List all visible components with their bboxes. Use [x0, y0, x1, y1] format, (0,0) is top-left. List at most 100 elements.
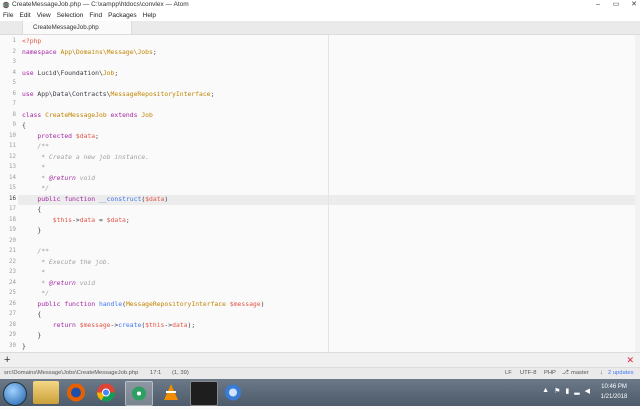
- line-number: 1: [12, 38, 17, 44]
- menu-help[interactable]: Help: [143, 10, 156, 21]
- code-line: /**: [22, 247, 49, 255]
- code-line: */: [22, 289, 49, 297]
- code-line: namespace App\Domains\Message\Jobs;: [22, 47, 157, 56]
- code-line: *: [22, 163, 46, 171]
- code-line: public function handle(MessageRepository…: [37, 299, 265, 308]
- menu-edit[interactable]: Edit: [19, 10, 30, 21]
- window-title: CreateMessageJob.php — C:\xampp\htdocs\c…: [12, 1, 189, 8]
- line-number: 27: [9, 311, 16, 317]
- maximize-button[interactable]: ▭: [612, 0, 620, 10]
- cursor-position[interactable]: 17:1: [150, 368, 161, 379]
- code-line: }: [22, 226, 42, 234]
- menu-file[interactable]: File: [3, 10, 13, 21]
- menu-view[interactable]: View: [37, 10, 51, 21]
- tab-create-message-job[interactable]: CreateMessageJob.php: [22, 21, 132, 34]
- line-number: 19: [9, 227, 16, 233]
- line-number: 16: [9, 195, 16, 202]
- file-explorer-icon[interactable]: [33, 381, 59, 404]
- grammar[interactable]: PHP: [544, 368, 556, 379]
- chevron-up-icon[interactable]: ▲: [542, 387, 549, 395]
- system-tray: ▲ ⚑ ▮ ▂ ◀: [542, 387, 590, 395]
- line-number: 9: [12, 122, 17, 128]
- line-number: 10: [9, 132, 16, 139]
- code-line: return $message->create($this->data);: [52, 320, 196, 329]
- vertical-scrollbar[interactable]: [635, 35, 640, 352]
- selection-count: (1, 39): [172, 370, 189, 376]
- close-panel-icon[interactable]: ✕: [626, 353, 634, 367]
- line-number: 25: [9, 290, 16, 296]
- file-path[interactable]: src\Domains\Message\Jobs\CreateMessageJo…: [4, 368, 138, 379]
- line-number: 4: [12, 69, 17, 76]
- code-line: /**: [22, 142, 49, 150]
- chrome-icon[interactable]: [93, 381, 119, 404]
- menu-packages[interactable]: Packages: [108, 10, 137, 21]
- line-number: 7: [12, 101, 17, 107]
- encoding[interactable]: UTF-8: [520, 368, 536, 379]
- network-icon[interactable]: ▂: [574, 387, 579, 395]
- line-number: 2: [12, 48, 17, 55]
- code-line: public function __construct($data): [37, 194, 169, 203]
- clock-date: 1/21/2018: [600, 394, 628, 400]
- volume-icon[interactable]: ◀: [585, 387, 590, 395]
- updates-icon: ↓: [600, 370, 603, 376]
- line-number: 22: [9, 258, 16, 265]
- cmd-icon[interactable]: [190, 381, 218, 406]
- add-icon[interactable]: +: [4, 353, 10, 367]
- line-number: 30: [9, 342, 16, 349]
- line-number: 28: [9, 321, 16, 328]
- clock-time: 10:46 PM: [601, 384, 627, 390]
- menu-find[interactable]: Find: [89, 10, 102, 21]
- code-line: */: [22, 184, 49, 192]
- line-number: 23: [9, 269, 16, 275]
- editor[interactable]: 1 2 3 4 5 6 7 8 9 10 11 12 13 14 15 16 17 18 19 20 21 22 23 24 2…: [0, 35, 640, 352]
- line-number: 20: [9, 237, 16, 244]
- line-number: 3: [12, 59, 17, 65]
- menu-bar: File Edit View Selection Find Packages H…: [0, 10, 640, 21]
- code-line: $this->data = $data;: [52, 215, 130, 224]
- code-line: {: [22, 121, 26, 129]
- firefox-icon[interactable]: [63, 381, 89, 404]
- wrap-guide: [328, 35, 329, 352]
- code-line: * Execute the job.: [22, 257, 111, 266]
- code-line: }: [22, 341, 26, 350]
- line-number: 18: [9, 216, 16, 223]
- menu-selection[interactable]: Selection: [57, 10, 84, 21]
- line-number: 21: [9, 248, 16, 254]
- bottom-panel: + ✕: [0, 352, 640, 367]
- line-number: 26: [9, 300, 16, 307]
- network-app-icon[interactable]: [220, 381, 246, 404]
- window-controls: – ▭ ✕: [594, 0, 638, 10]
- line-number: 6: [12, 90, 17, 97]
- code-line: protected $data;: [37, 131, 99, 140]
- vlc-icon[interactable]: [158, 381, 184, 404]
- line-number: 29: [9, 332, 16, 338]
- line-number: 12: [9, 153, 16, 160]
- atom-taskbar-icon[interactable]: [125, 381, 153, 406]
- code-line: <?php: [22, 37, 42, 45]
- code-line: *: [22, 268, 46, 276]
- flag-icon[interactable]: ⚑: [554, 387, 560, 395]
- updates-link[interactable]: 2 updates: [608, 368, 633, 379]
- line-number: 8: [12, 111, 17, 118]
- code-line: {: [22, 205, 42, 213]
- status-bar: src\Domains\Message\Jobs\CreateMessageJo…: [0, 367, 640, 379]
- line-number: 5: [12, 80, 17, 86]
- code-line: class CreateMessageJob extends Job: [22, 110, 153, 119]
- line-number: 13: [9, 164, 16, 170]
- close-window-button[interactable]: ✕: [630, 0, 638, 10]
- code-line: use App\Data\Contracts\MessageRepository…: [22, 89, 215, 98]
- code-line: {: [22, 310, 42, 318]
- code-line: use Lucid\Foundation\Job;: [22, 68, 119, 77]
- code-line: * @return void: [22, 278, 96, 287]
- line-number: 24: [9, 279, 16, 286]
- battery-icon[interactable]: ▮: [565, 387, 569, 395]
- start-orb-icon[interactable]: [3, 382, 27, 406]
- line-number: 17: [9, 206, 16, 212]
- minimize-button[interactable]: –: [594, 0, 602, 10]
- git-branch-icon: ⎇: [562, 370, 569, 376]
- git-branch[interactable]: master: [571, 368, 589, 379]
- code-line: * Create a new job instance.: [22, 152, 149, 161]
- line-ending[interactable]: LF: [505, 368, 512, 379]
- taskbar-clock[interactable]: 10:46 PM 1/21/2018: [594, 382, 634, 402]
- code-line: }: [22, 331, 42, 339]
